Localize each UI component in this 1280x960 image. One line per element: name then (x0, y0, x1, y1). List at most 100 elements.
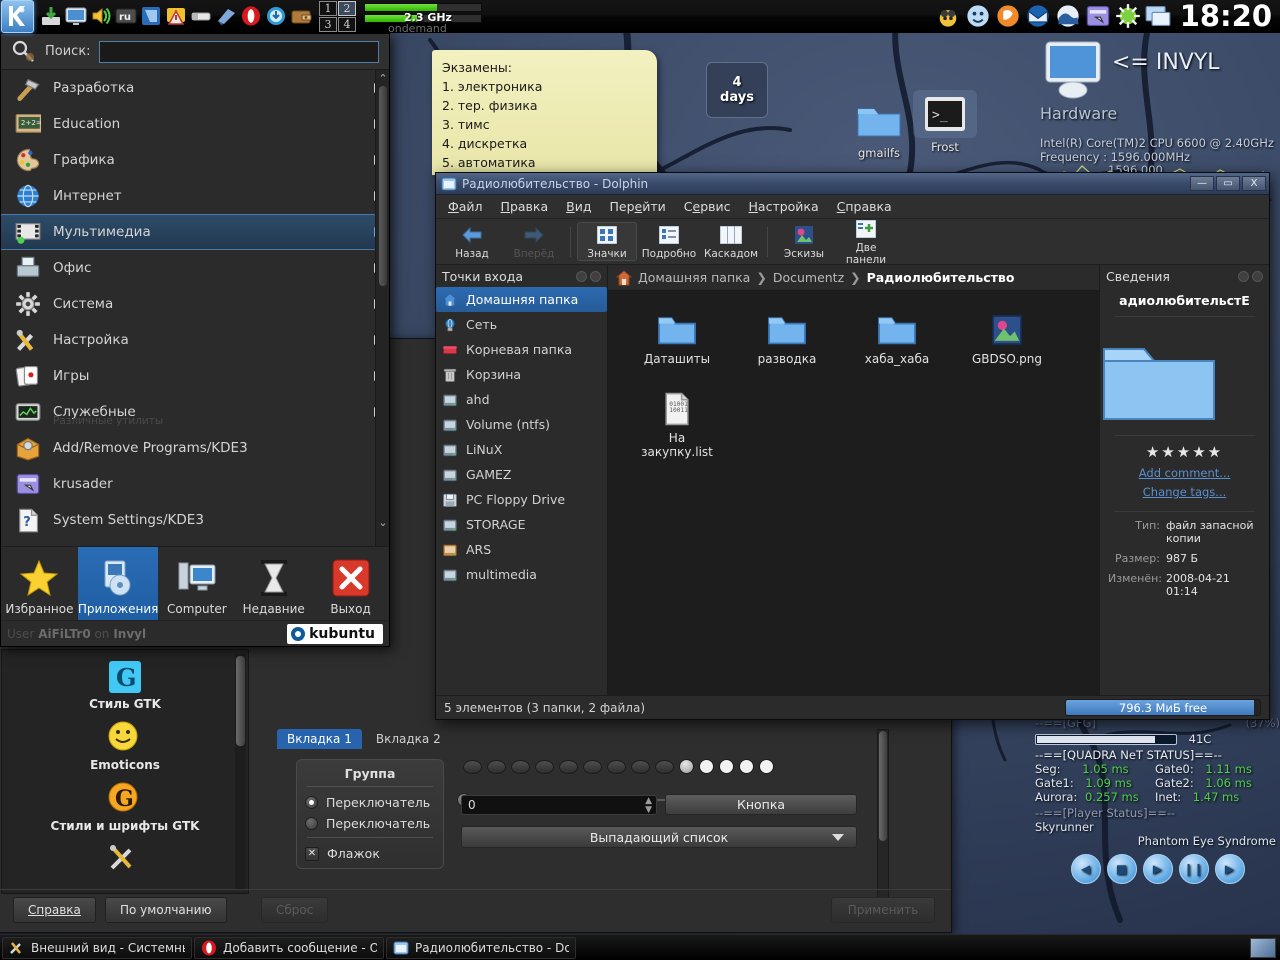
panel-close-button[interactable] (1252, 270, 1263, 282)
radio-option-1[interactable]: Переключатель (305, 795, 435, 810)
panel-close-button[interactable] (590, 270, 601, 282)
previous-button[interactable]: ◀ (1070, 854, 1101, 884)
scroll-down-arrow[interactable]: ⌄ (378, 516, 388, 530)
dolphin-window[interactable]: Радиолюбительство - Dolphin — ▭ X ФФайла… (435, 172, 1270, 720)
kmenu-tab-recent[interactable]: Недавние (235, 547, 312, 620)
preview-tabs[interactable]: Вкладка 1 Вкладка 2 (277, 729, 451, 749)
kmenu-scrollbar[interactable]: ⌃ ⌄ (375, 70, 389, 546)
cpu-frequency-widget[interactable]: 2.3 GHz ondemand (364, 1, 482, 35)
kopete-icon[interactable] (214, 4, 238, 28)
dolphin-toolbar[interactable]: Назад Вперёд Значки Подробно Каскадом Эс… (436, 217, 1269, 266)
back-button[interactable]: Назад (442, 223, 502, 260)
menu-help[interactable]: Справка (829, 197, 900, 216)
krusader-icon[interactable] (1084, 2, 1112, 30)
spinbox-arrows[interactable]: ▲ ▼ (645, 797, 652, 815)
kmenu-application-list[interactable]: Разработка 2+2=4 Education Графика Интернет М… (1, 70, 389, 546)
kmenu-item-8[interactable]: Игры (1, 358, 389, 394)
menu-settings[interactable]: Настройка (741, 197, 827, 216)
view-details-button[interactable]: Подробно (639, 223, 699, 260)
desktop-pager[interactable]: 1 2 3 4 (319, 0, 356, 32)
reset-button[interactable]: Сброс (261, 897, 329, 923)
file-item-1[interactable]: разводка (732, 305, 842, 366)
module-tools[interactable] (2, 833, 248, 877)
preview-push-button[interactable]: Кнопка (665, 794, 857, 815)
task-appearance[interactable]: Внешний вид - Системны (2, 936, 192, 959)
menu-view[interactable]: Вид (558, 197, 599, 216)
next-button[interactable]: ▶ (1214, 854, 1245, 884)
kmenu-item-12[interactable]: ? System Settings/KDE3 (1, 502, 389, 538)
file-item-2[interactable]: хаба_хаба (842, 305, 952, 366)
file-item-4[interactable]: 01001 10011 На закупку.list (622, 384, 732, 459)
kmenu-item-4[interactable]: Мультимедиа (1, 214, 389, 250)
ksplash-icon[interactable] (1114, 2, 1142, 30)
desktop-icon-gmailfs[interactable]: gmailfs (843, 96, 915, 160)
module-gtk-fonts[interactable]: G Стили и шрифты GTK (2, 772, 248, 833)
breadcrumb-item-documentz[interactable]: Documentz (773, 270, 844, 285)
kopete-blue-icon[interactable] (964, 2, 992, 30)
defaults-button[interactable]: По умолчанию (105, 897, 227, 923)
place-item-5[interactable]: Volume (ntfs) (436, 412, 607, 437)
kmenu-item-2[interactable]: Графика (1, 142, 389, 178)
volume-icon[interactable] (89, 4, 113, 28)
kget-icon[interactable] (264, 4, 288, 28)
panel-float-button[interactable] (576, 270, 587, 282)
place-item-3[interactable]: Корзина (436, 362, 607, 387)
menu-go[interactable]: Перейти (601, 197, 673, 216)
update-manager-icon[interactable] (39, 4, 63, 28)
place-item-1[interactable]: Сеть (436, 312, 607, 337)
checkbox-option[interactable]: ✕ Флажок (305, 846, 435, 861)
settings-module-list[interactable]: G Стиль GTK Emoticons G Стили и шрифты G… (1, 649, 249, 894)
pager-2[interactable]: 2 (338, 0, 356, 16)
kmenu-item-11[interactable]: krusader (1, 466, 389, 502)
play-button[interactable]: ▶ (1142, 854, 1173, 884)
place-item-0[interactable]: Домашняя папка (436, 287, 607, 312)
place-item-10[interactable]: ARS (436, 537, 607, 562)
pager-3[interactable]: 3 (319, 16, 337, 32)
display-icon[interactable] (64, 4, 88, 28)
help-button[interactable]: Справка (13, 897, 96, 923)
top-panel[interactable]: ru 1 2 3 4 2.3 GHz ondemand 18:20 (0, 0, 1280, 35)
opera-icon[interactable] (239, 4, 263, 28)
thunderbird-icon[interactable] (1024, 2, 1052, 30)
places-list[interactable]: Домашняя папка Сеть Корневая папка Корзина a… (436, 287, 607, 587)
file-item-0[interactable]: Даташиты (622, 305, 732, 366)
view-columns-button[interactable]: Каскадом (701, 223, 761, 260)
countdown-widget[interactable]: 4 days (706, 62, 768, 118)
file-list[interactable]: Даташиты разводка хаба_хаба GBDSO.png 01001 1… (608, 291, 1099, 695)
change-tags-link[interactable]: Change tags... (1100, 485, 1269, 499)
stop-button[interactable]: ■ (1106, 854, 1137, 884)
task-opera[interactable]: Добавить сообщение - O (194, 936, 384, 959)
tab-vkladka-2[interactable]: Вкладка 2 (366, 729, 451, 749)
pager-4[interactable]: 4 (338, 16, 356, 32)
split-view-button[interactable]: Две панели (836, 217, 896, 266)
kickoff-menu[interactable]: Поиск: Разработка 2+2=4 Education Графика Ин… (0, 33, 390, 647)
panel-right-tray[interactable]: 18:20 (934, 1, 1280, 31)
scroll-up-arrow[interactable]: ⌃ (378, 72, 388, 86)
kmenu-item-10[interactable]: Add/Remove Programs/KDE3 (1, 430, 389, 466)
place-item-7[interactable]: GAMEZ (436, 462, 607, 487)
clock[interactable]: 18:20 (1180, 1, 1272, 31)
preview-button[interactable]: Эскизы (774, 223, 834, 260)
dolphin-titlebar[interactable]: Радиолюбительство - Dolphin — ▭ X (436, 173, 1269, 195)
place-item-4[interactable]: ahd (436, 387, 607, 412)
kmenu-tab-applications[interactable]: Приложения (77, 547, 159, 620)
kmenu-item-6[interactable]: Система (1, 286, 389, 322)
kmenu-tabs[interactable]: Избранное Приложения Computer Недавние В… (1, 546, 389, 620)
module-gtk-style[interactable]: G Стиль GTK (2, 650, 248, 711)
show-desktop-button[interactable] (1250, 937, 1276, 958)
module-emoticons[interactable]: Emoticons (2, 711, 248, 772)
system-tray[interactable]: ru (39, 4, 313, 28)
taskbar[interactable]: Внешний вид - Системны Добавить сообщени… (0, 934, 1280, 960)
preview-scrollbar[interactable] (877, 729, 889, 909)
panel-float-button[interactable] (1238, 270, 1249, 282)
kwallet-icon[interactable] (289, 4, 313, 28)
sticky-note-widget[interactable]: Экзамены: 1. электроника 2. тер. физика … (432, 50, 657, 175)
konqueror-icon[interactable] (1054, 2, 1082, 30)
place-item-11[interactable]: multimedia (436, 562, 607, 587)
kmenu-search-row[interactable]: Поиск: (1, 34, 389, 70)
kmenu-tab-computer[interactable]: Computer (158, 547, 235, 620)
desktop-icon-frost[interactable]: >_ Frost (909, 90, 981, 154)
add-comment-link[interactable]: Add comment... (1100, 466, 1269, 480)
ktorrent-icon[interactable] (934, 2, 962, 30)
spinbox[interactable]: 0 ▲ ▼ (461, 795, 657, 815)
